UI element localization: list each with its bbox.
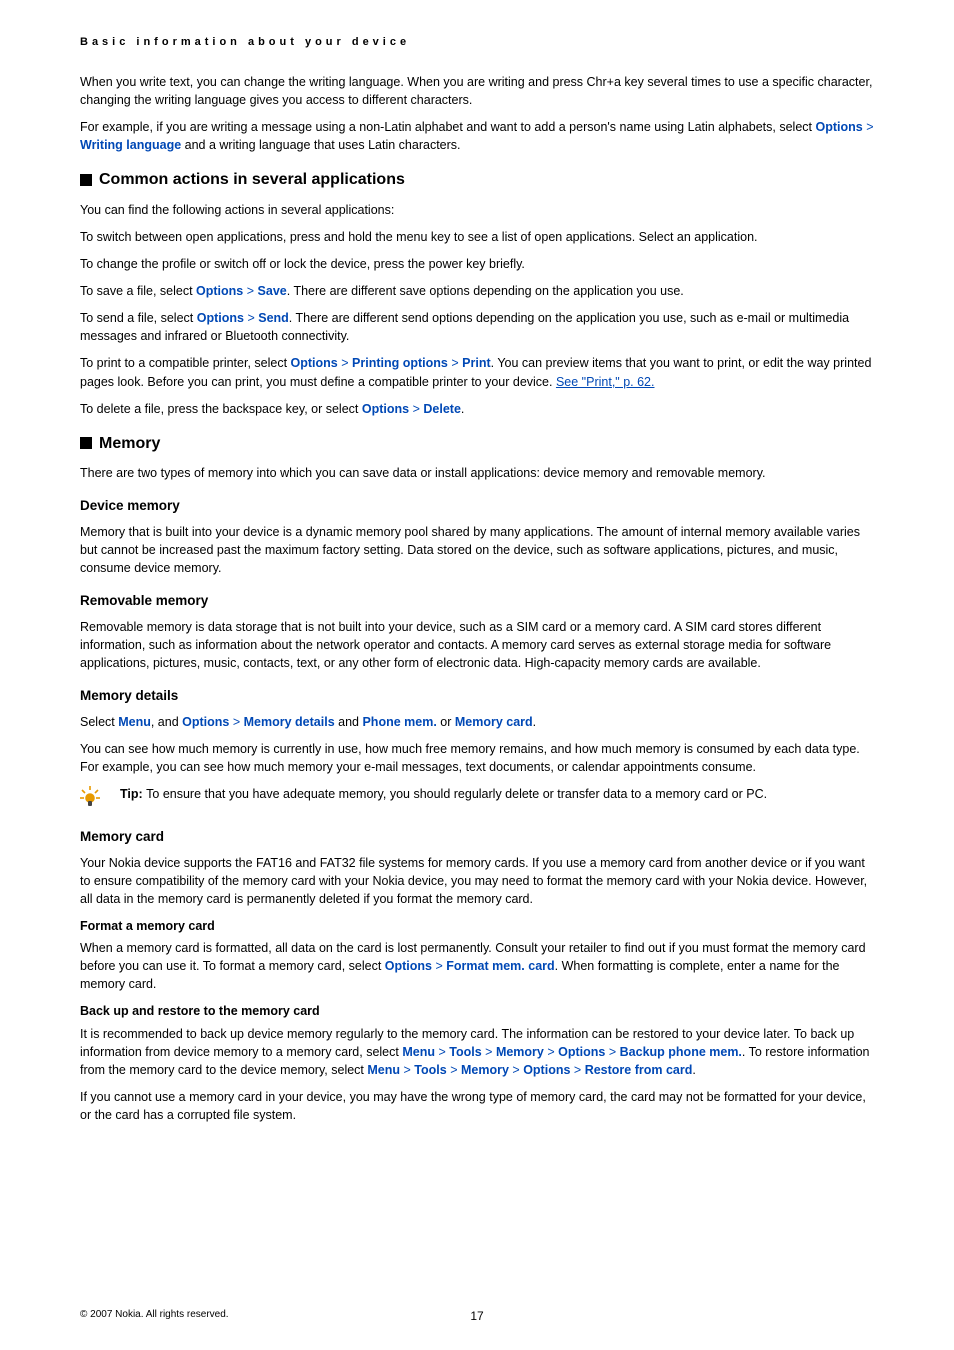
common-actions-title: Common actions in several applications [99,168,405,191]
page-header: Basic information about your device [80,35,874,51]
square-bullet-icon [80,437,92,449]
chevron-icon: > [435,959,442,973]
chevron-icon: > [574,1063,581,1077]
memory-label: Memory [496,1045,544,1059]
memory-card-last: If you cannot use a memory card in your … [80,1088,874,1124]
tip-text: Tip: To ensure that you have adequate me… [120,785,874,803]
options-label: Options [523,1063,570,1077]
backup-restore-heading: Back up and restore to the memory card [80,1002,874,1020]
common-actions-heading: Common actions in several applications [80,168,874,191]
tip-label: Tip: [120,787,146,801]
backup-restore-p: It is recommended to back up device memo… [80,1025,874,1079]
save-text-a: To save a file, select [80,284,196,298]
print-instruction: To print to a compatible printer, select… [80,354,874,390]
delete-text-a: To delete a file, press the backspace ke… [80,402,362,416]
phone-mem-label: Phone mem. [362,715,436,729]
printing-options-label: Printing options [352,356,448,370]
format-mem-card-label: Format mem. card [446,959,554,973]
intro-p2-text-a: For example, if you are writing a messag… [80,120,815,134]
restore-from-card-label: Restore from card [585,1063,693,1077]
tip-lightbulb-icon [80,786,120,813]
delete-instruction: To delete a file, press the backspace ke… [80,400,874,418]
intro-p2-text-b: and a writing language that uses Latin c… [181,138,460,152]
delete-label: Delete [423,402,461,416]
removable-memory-p1: Removable memory is data storage that is… [80,618,874,672]
details-or: or [437,715,455,729]
memory-title: Memory [99,432,160,455]
chevron-icon: > [438,1045,445,1059]
writing-language-label: Writing language [80,138,181,152]
options-label: Options [196,284,243,298]
options-label: Options [291,356,338,370]
options-label: Options [558,1045,605,1059]
menu-label: Menu [367,1063,400,1077]
options-label: Options [385,959,432,973]
options-label: Options [815,120,862,134]
save-text-b: . There are different save options depen… [287,284,684,298]
send-text-a: To send a file, select [80,311,197,325]
options-label: Options [197,311,244,325]
print-text-a: To print to a compatible printer, select [80,356,291,370]
options-label: Options [362,402,409,416]
common-p1: You can find the following actions in se… [80,201,874,219]
page-footer: © 2007 Nokia. All rights reserved. 17 [80,1308,874,1323]
details-sel-a: Select [80,715,118,729]
tip-row: Tip: To ensure that you have adequate me… [80,785,874,813]
removable-memory-heading: Removable memory [80,591,874,611]
memory-card-label: Memory card [455,715,533,729]
chevron-icon: > [233,715,240,729]
common-p2: To switch between open applications, pre… [80,228,874,246]
send-instruction: To send a file, select Options > Send. T… [80,309,874,345]
memory-heading: Memory [80,432,874,455]
page-number: 17 [470,1308,483,1325]
chevron-icon: > [485,1045,492,1059]
tip-body: To ensure that you have adequate memory,… [146,787,767,801]
chevron-icon: > [866,120,873,134]
menu-label: Menu [402,1045,435,1059]
chevron-icon: > [547,1045,554,1059]
tools-label: Tools [414,1063,446,1077]
common-p3: To change the profile or switch off or l… [80,255,874,273]
square-bullet-icon [80,174,92,186]
memory-label: Memory [461,1063,509,1077]
memory-card-heading: Memory card [80,827,874,847]
menu-label: Menu [118,715,151,729]
backup-phone-mem-label: Backup phone mem. [620,1045,742,1059]
format-memory-card-heading: Format a memory card [80,917,874,935]
send-label: Send [258,311,289,325]
memory-card-p1: Your Nokia device supports the FAT16 and… [80,854,874,908]
chevron-icon: > [451,356,458,370]
save-label: Save [258,284,287,298]
details-and-a: , and [151,715,182,729]
chevron-icon: > [247,284,254,298]
memory-intro: There are two types of memory into which… [80,464,874,482]
intro-p2: For example, if you are writing a messag… [80,118,874,154]
device-memory-heading: Device memory [80,496,874,516]
memory-details-select: Select Menu, and Options > Memory detail… [80,713,874,731]
memory-details-label: Memory details [244,715,335,729]
chevron-icon: > [404,1063,411,1077]
chevron-icon: > [247,311,254,325]
intro-p1: When you write text, you can change the … [80,73,874,109]
tools-label: Tools [449,1045,481,1059]
memory-details-p2: You can see how much memory is currently… [80,740,874,776]
chevron-icon: > [450,1063,457,1077]
chevron-icon: > [512,1063,519,1077]
save-instruction: To save a file, select Options > Save. T… [80,282,874,300]
memory-details-heading: Memory details [80,686,874,706]
chevron-icon: > [413,402,420,416]
format-memory-card-p: When a memory card is formatted, all dat… [80,939,874,993]
details-and-b: and [335,715,363,729]
print-label: Print [462,356,490,370]
device-memory-p1: Memory that is built into your device is… [80,523,874,577]
chevron-icon: > [609,1045,616,1059]
print-cross-ref-link[interactable]: See "Print," p. 62. [556,375,655,389]
chevron-icon: > [341,356,348,370]
options-label: Options [182,715,229,729]
copyright-text: © 2007 Nokia. All rights reserved. [80,1309,229,1320]
